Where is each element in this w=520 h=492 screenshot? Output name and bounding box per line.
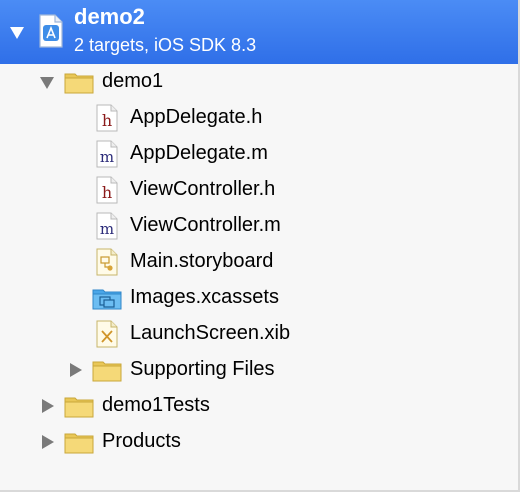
group-label: Products xyxy=(102,430,181,452)
asset-catalog-icon xyxy=(92,289,122,310)
group-row-products[interactable]: Products xyxy=(0,424,518,460)
objc-source-file-icon: m xyxy=(96,140,118,168)
objc-source-file-icon: m xyxy=(96,212,118,240)
project-navigator: demo2 2 targets, iOS SDK 8.3 demo1 h App… xyxy=(0,0,520,492)
disclosure-closed-icon[interactable] xyxy=(70,363,82,377)
file-label: Main.storyboard xyxy=(130,250,274,272)
disclosure-closed-icon[interactable] xyxy=(42,435,54,449)
disclosure-open-icon[interactable] xyxy=(10,27,24,39)
file-row-appdelegate-h[interactable]: h AppDelegate.h xyxy=(0,100,518,136)
group-label: demo1Tests xyxy=(102,394,210,416)
storyboard-file-icon xyxy=(96,248,118,276)
file-type-letter: m xyxy=(100,220,114,238)
file-row-images-xcassets[interactable]: Images.xcassets xyxy=(0,280,518,316)
file-row-appdelegate-m[interactable]: m AppDelegate.m xyxy=(0,136,518,172)
group-row-demo1[interactable]: demo1 xyxy=(0,64,518,100)
file-label: Images.xcassets xyxy=(130,286,279,308)
project-row-selected[interactable]: demo2 2 targets, iOS SDK 8.3 xyxy=(0,0,518,64)
file-row-viewcontroller-m[interactable]: m ViewController.m xyxy=(0,208,518,244)
group-label: demo1 xyxy=(102,70,164,92)
file-label: ViewController.h xyxy=(130,178,276,200)
xcode-project-icon xyxy=(39,14,63,48)
folder-icon xyxy=(92,361,122,382)
file-row-launchscreen-xib[interactable]: LaunchScreen.xib xyxy=(0,316,518,352)
folder-icon xyxy=(64,397,94,418)
file-label: LaunchScreen.xib xyxy=(130,322,291,344)
file-row-viewcontroller-h[interactable]: h ViewController.h xyxy=(0,172,518,208)
file-row-main-storyboard[interactable]: Main.storyboard xyxy=(0,244,518,280)
group-row-demo1tests[interactable]: demo1Tests xyxy=(0,388,518,424)
file-type-letter: m xyxy=(100,148,114,166)
file-type-letter: h xyxy=(102,183,112,202)
group-row-supporting-files[interactable]: Supporting Files xyxy=(0,352,518,388)
project-subtitle: 2 targets, iOS SDK 8.3 xyxy=(74,35,257,55)
header-file-icon: h xyxy=(96,104,118,132)
file-type-letter: h xyxy=(102,111,112,130)
project-name: demo2 xyxy=(74,4,145,29)
file-label: AppDelegate.h xyxy=(130,106,263,128)
folder-icon xyxy=(64,433,94,454)
disclosure-closed-icon[interactable] xyxy=(42,399,54,413)
xib-file-icon xyxy=(96,320,118,348)
header-file-icon: h xyxy=(96,176,118,204)
folder-icon xyxy=(64,73,94,94)
group-label: Supporting Files xyxy=(130,358,275,380)
file-label: ViewController.m xyxy=(130,214,281,236)
file-label: AppDelegate.m xyxy=(130,142,268,164)
disclosure-open-icon[interactable] xyxy=(40,77,54,89)
